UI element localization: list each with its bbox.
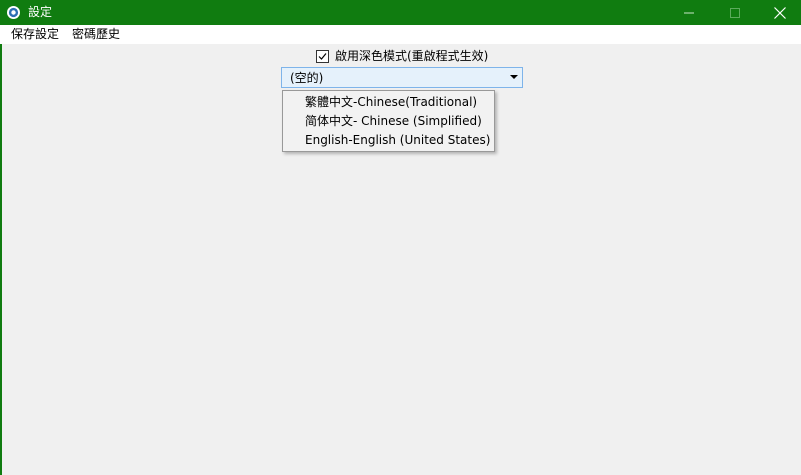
menu-item-password-history[interactable]: 密碼歷史	[70, 27, 122, 42]
app-icon	[6, 5, 21, 20]
language-combobox[interactable]: (空的)	[281, 67, 523, 88]
dark-mode-label[interactable]: 啟用深色模式(重啟程式生效)	[335, 49, 488, 64]
language-option-english[interactable]: English-English (United States)	[305, 133, 490, 148]
window-title: 設定	[28, 5, 53, 19]
checkmark-icon	[318, 53, 327, 60]
maximize-icon	[730, 7, 740, 18]
dark-mode-checkbox[interactable]	[316, 50, 329, 63]
chevron-down-icon[interactable]	[510, 75, 518, 79]
minimize-icon	[684, 12, 694, 13]
close-button[interactable]	[757, 0, 801, 25]
language-dropdown-list: 繁體中文-Chinese(Traditional) 简体中文- Chinese …	[282, 90, 495, 152]
language-combobox-value: (空的)	[290, 71, 324, 85]
language-option-traditional-chinese[interactable]: 繁體中文-Chinese(Traditional)	[305, 95, 477, 110]
language-option-simplified-chinese[interactable]: 简体中文- Chinese (Simplified)	[305, 114, 482, 129]
menu-bar: 保存設定 密碼歷史	[0, 25, 801, 44]
close-icon	[774, 6, 786, 19]
dark-mode-option[interactable]: 啟用深色模式(重啟程式生效)	[316, 49, 488, 64]
title-bar: 設定	[0, 0, 801, 25]
minimize-button[interactable]	[666, 0, 712, 25]
maximize-button[interactable]	[712, 0, 758, 25]
menu-item-save-settings[interactable]: 保存設定	[9, 27, 61, 42]
